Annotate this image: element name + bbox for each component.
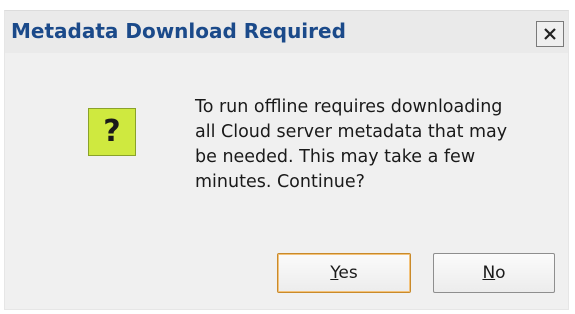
message-line: be needed. This may take a few [195, 147, 476, 167]
yes-button-label: Yes [330, 263, 358, 283]
metadata-download-dialog: Metadata Download Required ? To run offl… [4, 10, 569, 310]
close-button[interactable] [536, 21, 564, 47]
no-button-label: No [482, 263, 506, 283]
dialog-message: To run offline requires downloading all … [195, 95, 555, 195]
dialog-title: Metadata Download Required [11, 19, 346, 43]
message-line: minutes. Continue? [195, 172, 365, 192]
close-icon [544, 28, 556, 40]
question-mark-glyph: ? [103, 114, 121, 149]
yes-button[interactable]: Yes [277, 253, 411, 293]
message-line: all Cloud server metadata that may [195, 122, 508, 142]
question-icon: ? [88, 108, 136, 156]
no-button[interactable]: No [433, 253, 555, 293]
title-bar[interactable]: Metadata Download Required [5, 11, 568, 53]
message-line: To run offline requires downloading [195, 97, 503, 117]
